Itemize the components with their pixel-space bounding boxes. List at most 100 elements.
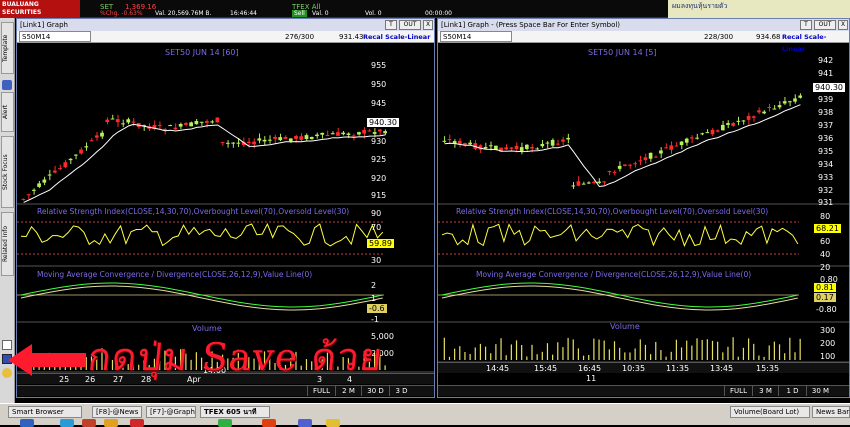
volume-bar — [500, 338, 502, 360]
right-tf-30m[interactable]: 30 M — [806, 386, 834, 396]
volume-bar — [384, 365, 386, 370]
task-tfex[interactable]: TFEX 605 นาที — [200, 406, 270, 418]
right-rsi-tick: 80 — [820, 212, 831, 221]
left-price-tick: 915 — [371, 191, 387, 200]
volume-bar — [717, 341, 719, 360]
volume-bar — [448, 356, 451, 360]
candle-body — [131, 121, 136, 123]
ticker1-value-traded: Val. 20,569.76M B. — [155, 10, 212, 17]
line-icon[interactable] — [218, 419, 232, 427]
volume-bar — [464, 352, 466, 360]
chrome-icon[interactable] — [262, 419, 276, 427]
volume-bar — [644, 344, 647, 360]
sidebar-tab-alert[interactable]: Alert — [1, 92, 14, 132]
candle-body — [231, 142, 235, 144]
candle-body — [320, 132, 325, 135]
left-last-price-box: 940.30 — [367, 118, 399, 127]
alert-icon[interactable] — [2, 80, 12, 90]
task-news-bar[interactable]: News Bar — [812, 406, 850, 418]
right-out-button[interactable]: OUT — [814, 20, 836, 30]
candle-body — [178, 123, 183, 127]
task-smart-browser[interactable]: Smart Browser — [8, 406, 82, 418]
right-price-readout: 934.68 — [756, 33, 781, 41]
right-tf-full[interactable]: FULL — [724, 386, 752, 396]
candle-body — [330, 133, 335, 135]
candle-body — [199, 121, 204, 123]
candle-body — [100, 132, 104, 137]
right-volume-tick: 200 — [820, 339, 836, 348]
app2-icon[interactable] — [298, 419, 312, 427]
candle-body — [315, 134, 319, 137]
candle-body — [664, 147, 668, 149]
left-symbol-input[interactable]: S50M14 — [19, 31, 91, 42]
task-graph[interactable]: [F7]-@Graph — [146, 406, 196, 418]
candle-body — [442, 140, 447, 142]
candle-body — [309, 136, 314, 139]
logo-line2: SECURITIES — [2, 9, 42, 16]
volume-bar — [778, 344, 781, 360]
volume-bar — [598, 339, 600, 360]
candle-body — [157, 124, 162, 126]
volume-bar — [696, 338, 698, 360]
red-arrow-annotation — [8, 344, 86, 376]
candle-body — [720, 124, 725, 131]
sidebar-tab-stock-focus[interactable]: Stock Focus — [1, 136, 14, 208]
right-symbol-bar: S50M14 228/300 934.68 Recal Scale-Linear — [438, 31, 849, 53]
candle-body — [782, 101, 787, 104]
candle-body — [555, 143, 560, 145]
media-icon[interactable] — [130, 419, 144, 427]
volume-bar — [454, 348, 456, 360]
left-tf-2m[interactable]: 2 M — [335, 386, 361, 396]
left-t-button[interactable]: T — [385, 20, 397, 30]
volume-bar — [753, 343, 755, 360]
volume-bar — [686, 340, 688, 360]
ticker2-time: 00:00:00 — [425, 10, 452, 17]
volume-bar — [526, 356, 528, 360]
volume-bar — [706, 339, 708, 360]
right-symbol-input[interactable]: S50M14 — [440, 31, 512, 42]
sidebar-tab-template[interactable]: Template — [1, 22, 14, 74]
task-news[interactable]: [F8]-@News — [92, 406, 142, 418]
candle-body — [246, 141, 251, 144]
broker-logo: BUALUANG SECURITIES — [0, 0, 80, 18]
right-price-tick: 936 — [818, 134, 834, 143]
right-t-button[interactable]: T — [800, 20, 812, 30]
app3-icon[interactable] — [326, 419, 340, 427]
right-rsi-tick: 60 — [820, 237, 831, 246]
left-rsi-tick: 30 — [371, 256, 382, 265]
app-icon[interactable] — [82, 419, 96, 427]
volume-bar — [799, 338, 801, 360]
volume-bar — [593, 338, 595, 360]
candle-body — [21, 198, 26, 200]
right-tf-1d[interactable]: 1 D — [778, 386, 806, 396]
candle-body — [535, 148, 539, 150]
candle-body — [550, 139, 555, 146]
left-tf-30d[interactable]: 30 D — [361, 386, 389, 396]
ticker2-vol: Vol. 0 — [365, 10, 382, 17]
right-close-button[interactable]: X — [838, 20, 848, 30]
overlay-instruction-text: กดปุ่ม Save ด้วย — [85, 335, 386, 379]
right-price-tick: 935 — [818, 147, 834, 156]
right-macd-tick: -0.80 — [816, 305, 837, 314]
candle-body — [194, 120, 199, 125]
left-tf-3d[interactable]: 3 D — [389, 386, 413, 396]
candle-body — [42, 179, 47, 183]
task-volume-board-lot[interactable]: Volume(Board Lot) — [730, 406, 810, 418]
folder-icon[interactable] — [104, 419, 118, 427]
left-recal-scale-button[interactable]: Recal Scale-Linear — [363, 31, 430, 43]
left-tf-full[interactable]: FULL — [307, 386, 335, 396]
candle-body — [751, 116, 756, 118]
start-icon[interactable] — [20, 419, 34, 427]
sidebar-tab-related-info[interactable]: Related Info — [1, 212, 14, 276]
candle-body — [643, 157, 648, 161]
candle-body — [225, 142, 230, 144]
candle-body — [351, 135, 356, 137]
left-close-button[interactable]: X — [423, 20, 433, 30]
candle-body — [31, 189, 36, 191]
ticker1-change: %Chg. -0.63% — [100, 10, 143, 17]
ad-banner[interactable]: ผมลงทุนหุ้นรายตัว — [668, 0, 850, 18]
candle-body — [674, 145, 679, 147]
browser-icon[interactable] — [60, 419, 74, 427]
right-tf-3m[interactable]: 3 M — [752, 386, 778, 396]
left-out-button[interactable]: OUT — [399, 20, 421, 30]
